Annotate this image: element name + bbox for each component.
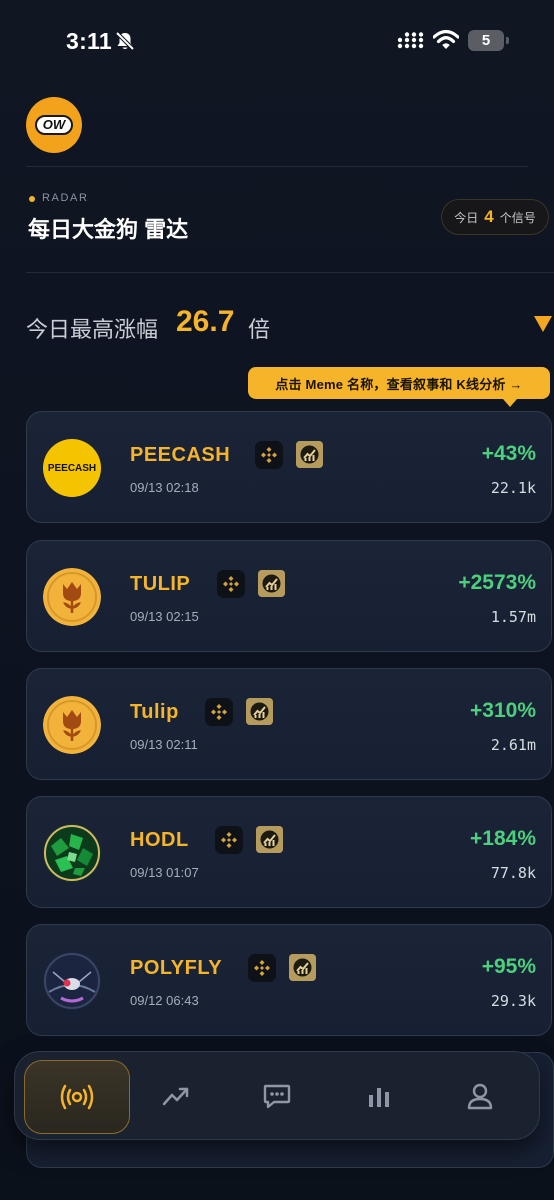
coin-card-tulip-lower[interactable]: Tulip 09/13 02:11 +310% 2.61m [26,668,552,780]
battery-level: 5 [481,32,491,49]
signal-badge-prefix: 今日 [454,210,479,225]
coin-card-peecash[interactable]: PEECASH PEECASH 09/13 02:18 +43% 22.1k [26,411,552,523]
tulip-logo-icon [43,568,101,626]
coin-card-hodl[interactable]: HODL 09/13 01:07 +184% 77.8k [26,796,552,908]
nav-item-stats[interactable] [339,1060,419,1132]
battery-icon: 5 [468,30,504,51]
bnb-chain-icon[interactable] [217,570,245,598]
divider [26,272,554,273]
peecash-logo-icon: PEECASH [43,439,101,497]
divider [26,166,528,167]
wifi-icon [433,29,459,49]
radar-icon [60,1084,94,1110]
radar-dot-icon [29,196,35,202]
bnb-chain-icon[interactable] [248,954,276,982]
max-gain-value: 26.7 [176,305,235,338]
kline-chart-icon[interactable] [296,441,323,468]
volume: 22.1k [490,479,536,497]
price-change: +184% [470,827,536,850]
dropdown-triangle-icon[interactable] [534,316,552,332]
price-change: +43% [481,442,536,465]
kline-chart-icon[interactable] [289,954,316,981]
nav-item-profile[interactable] [440,1060,520,1132]
tulip-logo-icon [43,696,101,754]
coin-name[interactable]: TULIP [130,573,190,596]
coin-time: 09/13 01:07 [130,865,199,880]
coin-name[interactable]: Tulip [130,701,179,724]
bnb-chain-icon[interactable] [255,441,283,469]
bottom-nav [14,1051,540,1140]
coin-name[interactable]: POLYFLY [130,957,222,980]
volume: 29.3k [490,992,536,1010]
signal-count: 4 [484,207,494,226]
logo-text: OW [42,117,66,132]
coin-name[interactable]: HODL [130,829,189,852]
volume: 1.57m [490,608,536,626]
kline-chart-icon[interactable] [258,570,285,597]
max-gain-unit: 倍 [248,317,271,342]
coin-time: 09/12 06:43 [130,993,199,1008]
bell-muted-icon [115,31,135,51]
trend-icon [162,1087,189,1106]
logo-badge: OW [35,115,73,135]
tooltip-arrow [503,399,517,407]
section-label: RADAR [42,192,89,204]
hodl-logo-icon [43,824,101,882]
page-title: 每日大金狗 雷达 [28,217,189,242]
volume: 2.61m [490,736,536,754]
hint-tooltip[interactable]: 点击 Meme 名称，查看叙事和 K线分析 → [248,367,550,399]
bar-chart-icon [369,1088,389,1107]
signal-count-badge[interactable]: 今日 4 个信号 [441,199,549,235]
volume: 77.8k [490,864,536,882]
bnb-chain-icon[interactable] [205,698,233,726]
signal-badge-suffix: 个信号 [499,210,536,225]
coin-time: 09/13 02:15 [130,609,199,624]
max-gain-label: 今日最高涨幅 [26,317,159,342]
kline-chart-icon[interactable] [246,698,273,725]
price-change: +310% [470,699,536,722]
coin-card-tulip-upper[interactable]: TULIP 09/13 02:15 +2573% 1.57m [26,540,552,652]
bnb-chain-icon[interactable] [215,826,243,854]
status-time: 3:11 [66,28,112,54]
kline-chart-icon[interactable] [256,826,283,853]
price-change: +2573% [458,571,536,594]
cell-signal-icon [397,32,424,49]
nav-item-chat[interactable] [237,1060,317,1132]
battery-cap [506,37,509,44]
tooltip-text: 点击 Meme 名称，查看叙事和 K线分析 → [275,376,523,392]
status-bar: 3:11 5 [0,0,554,80]
app-logo[interactable]: OW [26,97,82,153]
nav-item-trend[interactable] [136,1060,216,1132]
peecash-logo-text: PEECASH [47,462,97,474]
user-icon [467,1083,493,1110]
chat-icon [263,1084,291,1109]
nav-item-radar[interactable] [24,1060,130,1134]
polyfly-logo-icon [43,952,101,1010]
coin-name[interactable]: PEECASH [130,444,230,467]
coin-card-polyfly[interactable]: POLYFLY 09/12 06:43 +95% 29.3k [26,924,552,1036]
coin-time: 09/13 02:11 [130,737,198,752]
price-change: +95% [481,955,536,978]
coin-time: 09/13 02:18 [130,480,199,495]
